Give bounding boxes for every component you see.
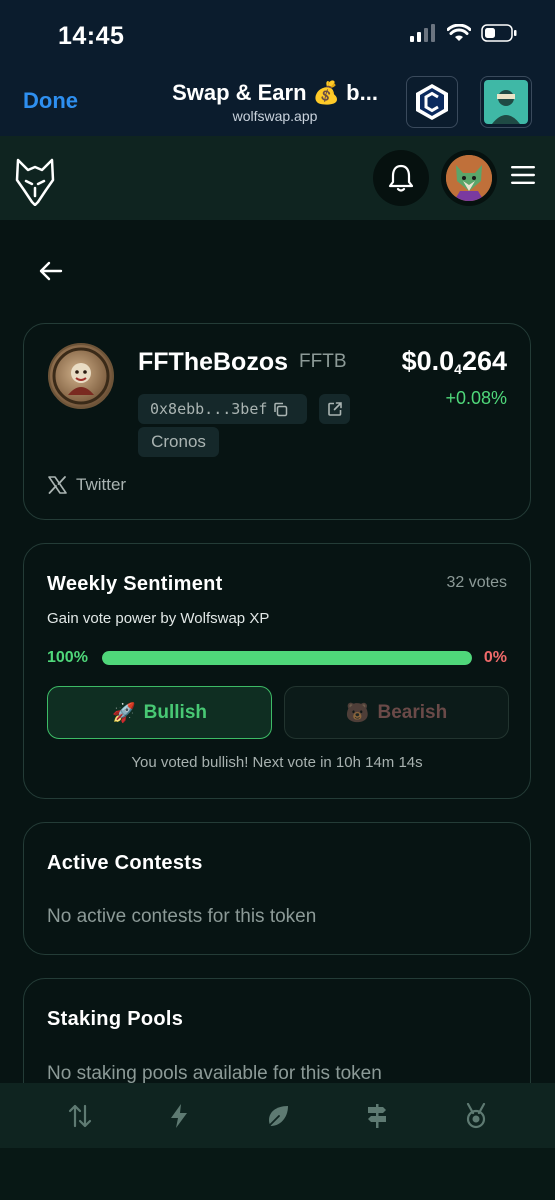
battery-icon: [481, 24, 517, 42]
page-title: Swap & Earn 💰 b...: [172, 80, 378, 105]
back-button[interactable]: [38, 260, 64, 287]
explorer-link-button[interactable]: [319, 394, 350, 424]
wallet-app-icon: [484, 80, 528, 124]
bottom-safe-area: [0, 1148, 555, 1200]
signpost-icon: [367, 1103, 386, 1128]
contests-card: Active Contests No active contests for t…: [23, 822, 531, 955]
token-logo: [48, 343, 114, 409]
notifications-button[interactable]: [373, 150, 429, 206]
sentiment-card: Weekly Sentiment 32 votes Gain vote powe…: [23, 543, 531, 799]
arrow-left-icon: [39, 261, 63, 281]
token-price-prefix: $0.0: [401, 346, 455, 376]
done-button[interactable]: Done: [23, 88, 78, 114]
medal-icon: [466, 1102, 485, 1128]
nav-roadmap[interactable]: [357, 1096, 397, 1136]
wifi-icon: [447, 24, 471, 41]
status-icons: [409, 24, 517, 42]
wolfswap-logo[interactable]: [14, 156, 56, 211]
staking-empty-message: No staking pools available for this toke…: [47, 1063, 382, 1084]
x-logo-icon: [48, 476, 67, 494]
staking-title: Staking Pools: [47, 1008, 184, 1030]
bearish-percent: 0%: [483, 649, 507, 666]
bell-icon: [388, 164, 414, 192]
leaf-icon: [267, 1105, 288, 1127]
wallet-app-button[interactable]: [480, 76, 532, 128]
chain-chip: Cronos: [138, 427, 219, 457]
wolf-logo-icon: [15, 158, 55, 207]
token-price: $0.04264: [402, 346, 507, 377]
swap-icon: [68, 1104, 91, 1127]
token-card: FFTheBozos FFTB $0.04264 +0.08% 0x8ebb..…: [23, 323, 531, 520]
token-symbol: FFTB: [299, 351, 347, 372]
copy-icon[interactable]: [273, 402, 288, 417]
browser-bar: Done Swap & Earn 💰 b... wolfswap.app: [0, 62, 555, 136]
contract-address-chip[interactable]: 0x8ebb...3bef: [138, 394, 307, 424]
app-header: [0, 136, 555, 220]
nav-rewards[interactable]: [456, 1096, 496, 1136]
bullish-percent: 100%: [47, 649, 88, 666]
vote-count: 32 votes: [446, 574, 507, 591]
bear-icon: 🐻: [345, 702, 370, 724]
sentiment-bar: [102, 651, 472, 665]
cronos-icon: [416, 84, 448, 120]
page-domain: wolfswap.app: [232, 108, 318, 124]
lightning-icon: [170, 1103, 187, 1128]
sentiment-bar-fill: [102, 651, 472, 665]
token-price-zero-count: 4: [454, 361, 462, 377]
menu-button[interactable]: [510, 164, 536, 191]
hamburger-menu-icon: [511, 166, 535, 184]
twitter-label: Twitter: [76, 475, 127, 494]
bullish-label: Bullish: [143, 701, 207, 723]
bearish-label: Bearish: [377, 701, 448, 723]
contests-title: Active Contests: [47, 852, 203, 874]
rocket-icon: 🚀: [111, 702, 136, 724]
nav-earn[interactable]: [258, 1096, 298, 1136]
twitter-link[interactable]: Twitter: [48, 475, 126, 495]
status-bar: 14:45: [0, 0, 555, 62]
nav-trending[interactable]: [159, 1096, 199, 1136]
contests-empty-message: No active contests for this token: [47, 906, 317, 927]
status-time: 14:45: [58, 22, 125, 50]
bottom-nav: [0, 1083, 555, 1148]
profile-avatar-button[interactable]: [441, 150, 497, 206]
external-link-icon: [327, 402, 342, 416]
bullish-button[interactable]: 🚀 Bullish: [47, 686, 272, 739]
contract-address: 0x8ebb...3bef: [150, 400, 268, 418]
sentiment-subtitle: Gain vote power by Wolfswap XP: [47, 610, 270, 627]
token-name: FFTheBozos: [138, 348, 288, 376]
avatar: [446, 155, 492, 201]
token-price-digits: 264: [461, 346, 507, 376]
token-price-change: +0.08%: [445, 388, 507, 408]
cronos-extension-button[interactable]: [406, 76, 458, 128]
nav-swap[interactable]: [60, 1096, 100, 1136]
bearish-button[interactable]: 🐻 Bearish: [284, 686, 509, 739]
fox-avatar-icon: [446, 155, 492, 201]
sentiment-title: Weekly Sentiment: [47, 573, 223, 595]
token-logo-icon: [52, 347, 110, 405]
signal-icon: [410, 24, 435, 42]
vote-status-note: You voted bullish! Next vote in 10h 14m …: [131, 754, 423, 771]
